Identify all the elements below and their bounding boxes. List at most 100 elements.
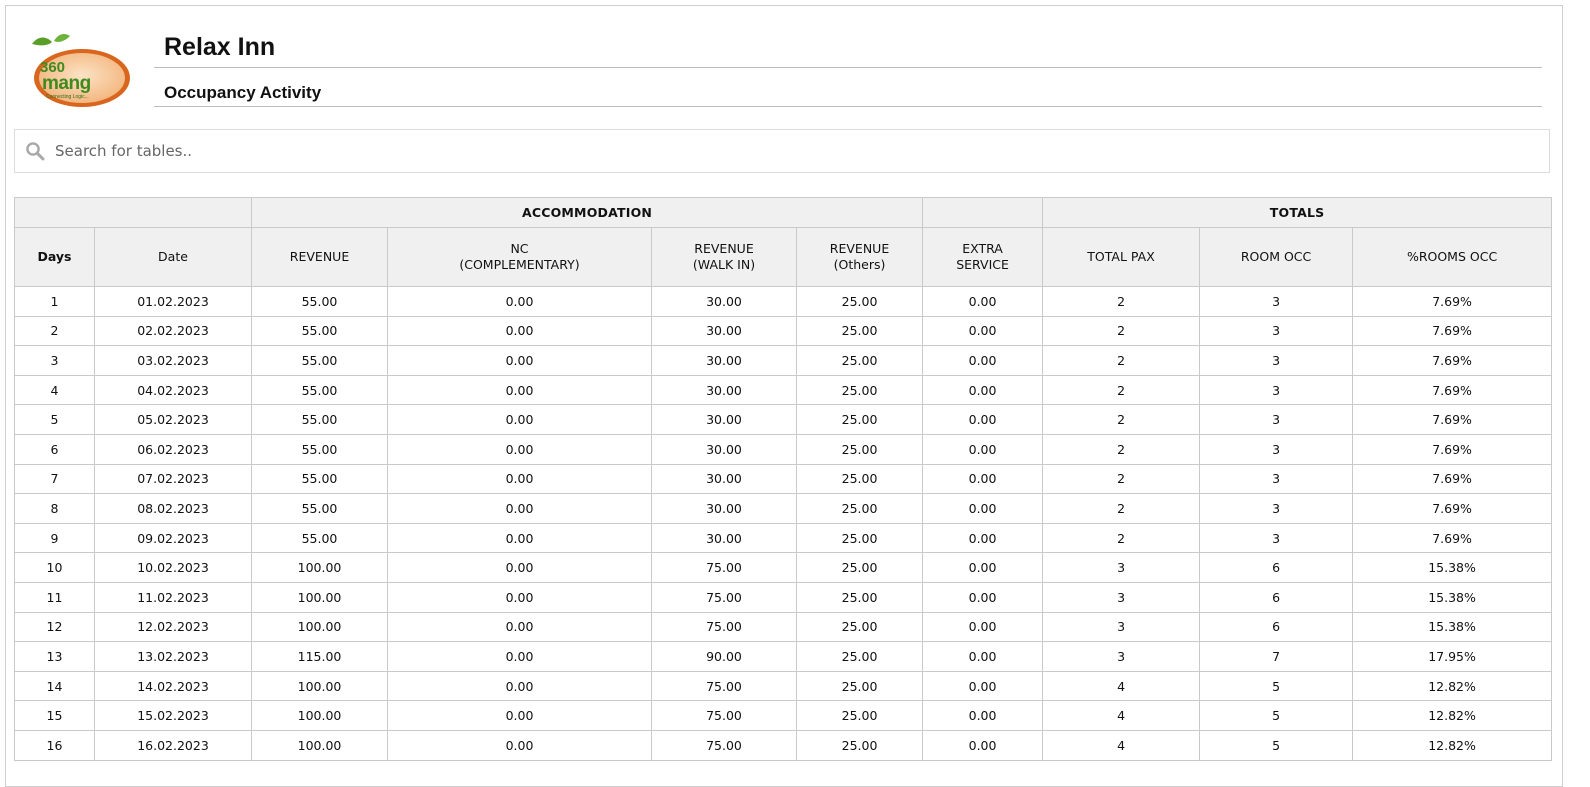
cell-extra-service: 0.00: [922, 374, 1044, 406]
cell-revenue-walk-in: 30.00: [651, 345, 797, 376]
group-header-accommodation: ACCOMMODATION: [250, 197, 924, 228]
report-page: 360 mang Connecting Logic... Relax Inn O…: [5, 5, 1563, 787]
cell-revenue-others: 25.00: [795, 286, 924, 317]
cell-pct-rooms-occ: 7.69%: [1352, 374, 1553, 406]
search-input[interactable]: [55, 136, 1535, 166]
table-column-header: Days Date REVENUE NC (COMPLEMENTARY) REV…: [14, 227, 1553, 287]
cell-revenue: 55.00: [251, 493, 388, 524]
cell-revenue-others: 25.00: [795, 670, 924, 702]
cell-revenue: 55.00: [251, 404, 388, 435]
cell-total-pax: 2: [1042, 493, 1201, 524]
cell-revenue: 100.00: [251, 700, 388, 731]
svg-text:Connecting Logic...: Connecting Logic...: [46, 94, 89, 100]
cell-extra-service: 0.00: [922, 611, 1044, 643]
cell-revenue-others: 25.00: [795, 493, 924, 524]
cell-nc: 0.00: [387, 641, 652, 672]
cell-total-pax: 2: [1042, 345, 1201, 376]
cell-total-pax: 3: [1042, 611, 1201, 643]
search-bar[interactable]: [14, 129, 1550, 173]
column-header-others-line2: (Others): [833, 257, 886, 272]
cell-day: 1: [14, 286, 95, 317]
cell-total-pax: 2: [1042, 286, 1201, 317]
table-body: 1 01.02.2023 55.00 0.00 30.00 25.00 0.00 2 3 7.69…: [14, 286, 1553, 761]
header-divider: [154, 106, 1542, 107]
cell-total-pax: 2: [1042, 404, 1201, 435]
cell-date: 08.02.2023: [94, 493, 252, 524]
cell-pct-rooms-occ: 7.69%: [1352, 345, 1553, 376]
cell-revenue-walk-in: 30.00: [651, 404, 797, 435]
group-header-totals: TOTALS: [1042, 197, 1553, 228]
group-header-blank: [14, 197, 252, 228]
column-header-revenue: REVENUE: [251, 227, 388, 287]
table-row: 10 10.02.2023 100.00 0.00 75.00 25.00 0.00 3 6 15…: [14, 552, 1553, 583]
table-row: 6 06.02.2023 55.00 0.00 30.00 25.00 0.00 2 3 7.69…: [14, 433, 1553, 465]
group-header-blank: [922, 197, 1044, 228]
cell-nc: 0.00: [387, 315, 652, 347]
column-header-revenue-others: REVENUE (Others): [795, 227, 924, 287]
cell-revenue-walk-in: 75.00: [651, 552, 797, 583]
cell-nc: 0.00: [387, 374, 652, 406]
cell-day: 11: [14, 581, 95, 613]
cell-nc: 0.00: [387, 700, 652, 731]
cell-revenue: 100.00: [251, 729, 388, 761]
cell-extra-service: 0.00: [922, 700, 1044, 731]
cell-revenue: 55.00: [251, 522, 388, 554]
cell-extra-service: 0.00: [922, 581, 1044, 613]
column-header-days: Days: [14, 227, 95, 287]
cell-revenue: 55.00: [251, 286, 388, 317]
column-header-pct-rooms-occ: %ROOMS OCC: [1352, 227, 1553, 287]
cell-day: 14: [14, 670, 95, 702]
table-row: 2 02.02.2023 55.00 0.00 30.00 25.00 0.00 2 3 7.69…: [14, 315, 1553, 347]
cell-revenue-others: 25.00: [795, 315, 924, 347]
cell-revenue-walk-in: 90.00: [651, 641, 797, 672]
column-header-revenue-walk-in: REVENUE (WALK IN): [651, 227, 797, 287]
cell-room-occ: 6: [1199, 552, 1354, 583]
cell-revenue-walk-in: 30.00: [651, 522, 797, 554]
cell-day: 3: [14, 345, 95, 376]
cell-total-pax: 4: [1042, 729, 1201, 761]
cell-room-occ: 7: [1199, 641, 1354, 672]
cell-total-pax: 2: [1042, 463, 1201, 495]
cell-revenue: 100.00: [251, 552, 388, 583]
cell-nc: 0.00: [387, 463, 652, 495]
cell-revenue: 100.00: [251, 611, 388, 643]
cell-revenue-walk-in: 30.00: [651, 433, 797, 465]
cell-date: 07.02.2023: [94, 463, 252, 495]
cell-day: 5: [14, 404, 95, 435]
cell-nc: 0.00: [387, 522, 652, 554]
cell-extra-service: 0.00: [922, 493, 1044, 524]
cell-extra-service: 0.00: [922, 315, 1044, 347]
cell-date: 12.02.2023: [94, 611, 252, 643]
header-divider: [154, 67, 1542, 68]
table-row: 16 16.02.2023 100.00 0.00 75.00 25.00 0.00 4 5 12…: [14, 729, 1553, 761]
cell-date: 15.02.2023: [94, 700, 252, 731]
cell-room-occ: 6: [1199, 611, 1354, 643]
logo-icon: 360 mang Connecting Logic...: [32, 33, 130, 107]
column-header-nc-line1: NC: [510, 241, 529, 256]
cell-nc: 0.00: [387, 729, 652, 761]
table-row: 1 01.02.2023 55.00 0.00 30.00 25.00 0.00 2 3 7.69…: [14, 286, 1553, 317]
cell-revenue-others: 25.00: [795, 433, 924, 465]
cell-total-pax: 3: [1042, 641, 1201, 672]
cell-revenue: 100.00: [251, 581, 388, 613]
cell-revenue-walk-in: 75.00: [651, 670, 797, 702]
table-row: 13 13.02.2023 115.00 0.00 90.00 25.00 0.00 3 7 17…: [14, 641, 1553, 672]
cell-room-occ: 3: [1199, 315, 1354, 347]
cell-revenue-others: 25.00: [795, 581, 924, 613]
table-row: 5 05.02.2023 55.00 0.00 30.00 25.00 0.00 2 3 7.69…: [14, 404, 1553, 435]
cell-pct-rooms-occ: 12.82%: [1352, 729, 1553, 761]
cell-date: 10.02.2023: [94, 552, 252, 583]
cell-room-occ: 3: [1199, 493, 1354, 524]
cell-day: 7: [14, 463, 95, 495]
column-header-walkin-line1: REVENUE: [694, 241, 754, 256]
cell-nc: 0.00: [387, 552, 652, 583]
cell-room-occ: 3: [1199, 404, 1354, 435]
cell-pct-rooms-occ: 17.95%: [1352, 641, 1553, 672]
cell-day: 8: [14, 493, 95, 524]
cell-extra-service: 0.00: [922, 463, 1044, 495]
cell-extra-service: 0.00: [922, 552, 1044, 583]
cell-room-occ: 5: [1199, 700, 1354, 731]
cell-revenue-walk-in: 75.00: [651, 729, 797, 761]
cell-pct-rooms-occ: 7.69%: [1352, 433, 1553, 465]
cell-revenue: 100.00: [251, 670, 388, 702]
